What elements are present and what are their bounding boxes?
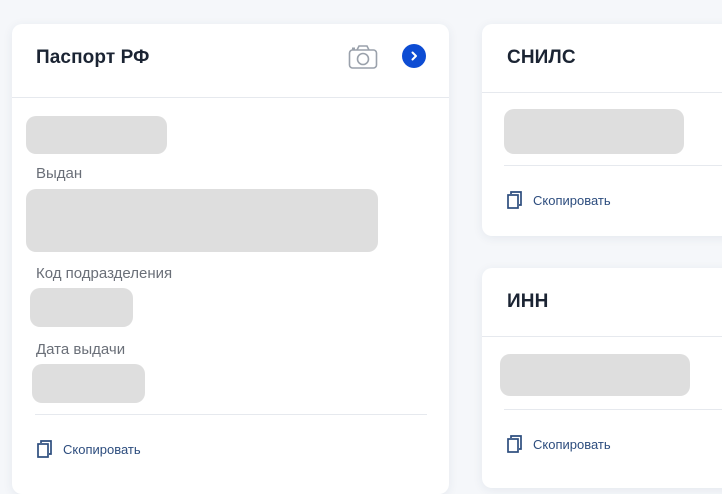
division-code-placeholder	[30, 288, 133, 327]
snils-number-placeholder	[504, 109, 684, 154]
open-passport-button[interactable]	[402, 44, 426, 68]
inn-number-placeholder	[500, 354, 690, 396]
header-divider	[482, 92, 722, 93]
footer-divider	[504, 409, 722, 410]
footer-divider	[504, 165, 722, 166]
copy-label: Скопировать	[63, 441, 141, 457]
passport-title: Паспорт РФ	[36, 47, 150, 68]
copy-button[interactable]: Скопировать	[36, 439, 141, 459]
snils-title: СНИЛС	[507, 47, 576, 68]
copy-button[interactable]: Скопировать	[506, 434, 611, 454]
inn-card: ИНН Скопировать	[482, 268, 722, 488]
copy-icon	[507, 435, 522, 453]
division-code-label: Код подразделения	[36, 265, 173, 282]
passport-card: Паспорт РФ Выдан Код подразделения Дата …	[12, 24, 449, 494]
chevron-right-icon	[411, 51, 417, 61]
copy-label: Скопировать	[533, 436, 611, 452]
passport-number-placeholder	[26, 116, 167, 154]
copy-button[interactable]: Скопировать	[506, 190, 611, 210]
camera-icon[interactable]	[348, 44, 378, 70]
issued-by-placeholder	[26, 189, 378, 252]
snils-card: СНИЛС Скопировать	[482, 24, 722, 236]
issued-label: Выдан	[36, 165, 83, 182]
footer-divider	[35, 414, 427, 415]
copy-icon	[37, 440, 52, 458]
issue-date-label: Дата выдачи	[36, 341, 126, 358]
copy-icon	[507, 191, 522, 209]
inn-title: ИНН	[507, 291, 549, 312]
header-divider	[12, 97, 449, 98]
issue-date-placeholder	[32, 364, 145, 403]
copy-label: Скопировать	[533, 192, 611, 208]
header-divider	[482, 336, 722, 337]
